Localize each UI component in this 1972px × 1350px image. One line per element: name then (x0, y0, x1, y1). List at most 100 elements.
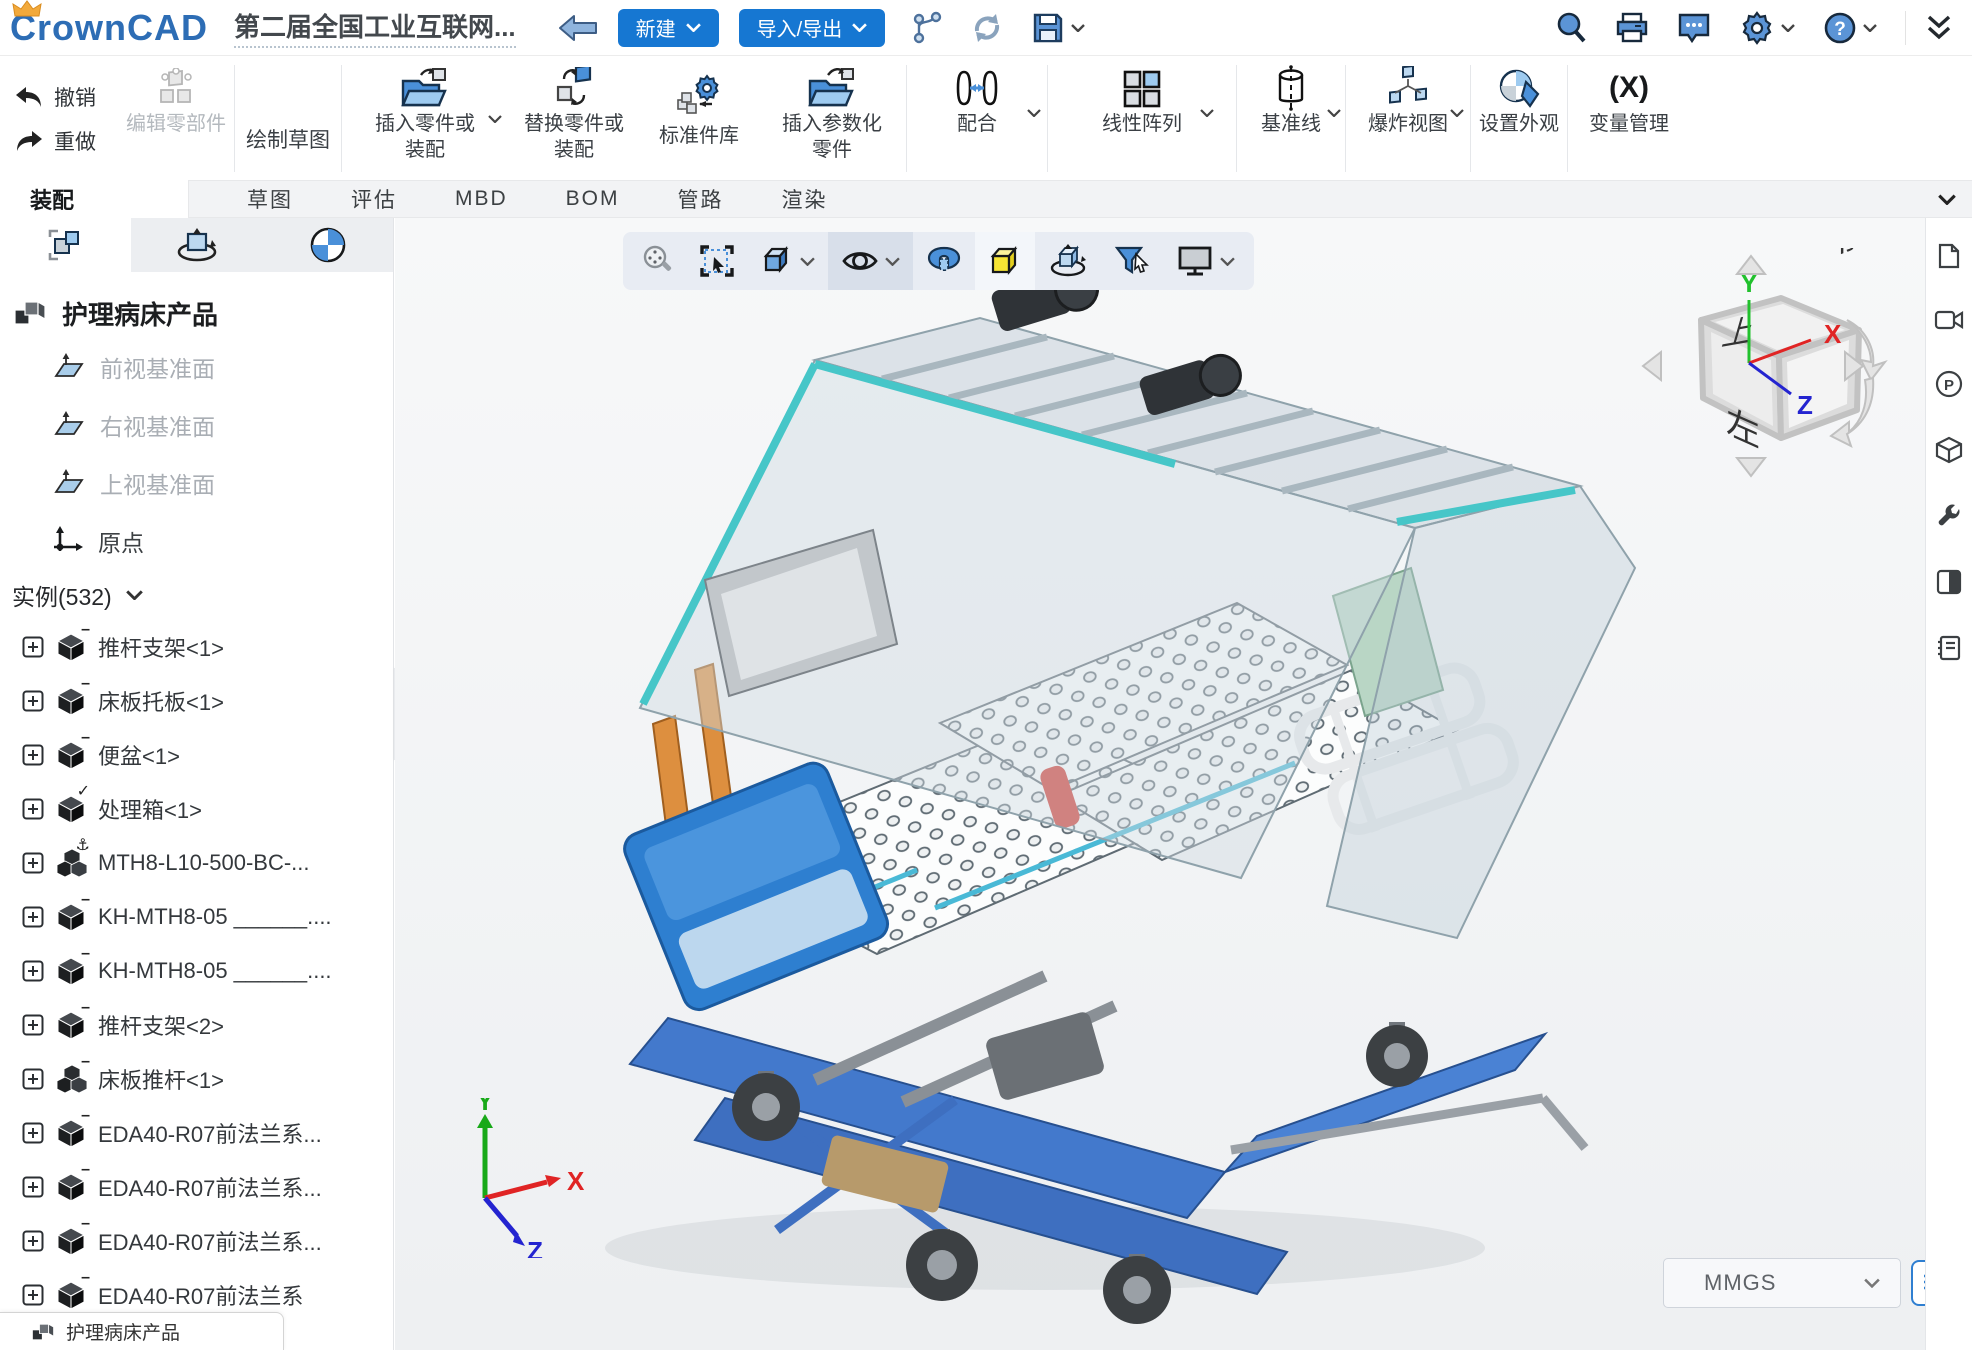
tab-render[interactable]: 渲染 (782, 184, 828, 214)
tree-item[interactable]: – EDA40-R07前法兰系... (0, 1214, 393, 1268)
undo-button[interactable]: 撤销 (14, 82, 104, 112)
expand-plus-icon[interactable] (22, 1176, 44, 1198)
message-icon[interactable] (1677, 12, 1711, 44)
tree-item-right-plane[interactable]: 右视基准面 (0, 396, 393, 454)
visibility-button[interactable] (828, 232, 913, 290)
settings-gear-icon[interactable] (1739, 10, 1795, 46)
tree-item-origin[interactable]: 原点 (0, 512, 393, 570)
tabs-expand-chevron-icon[interactable] (1938, 194, 1956, 205)
journal-notebook-icon[interactable] (1935, 634, 1963, 662)
viewcube-arrow-left[interactable] (1643, 352, 1661, 380)
tree-item[interactable]: – EDA40-R07前法兰系... (0, 1160, 393, 1214)
print-icon[interactable] (1615, 12, 1649, 44)
expand-plus-icon[interactable] (22, 744, 44, 766)
tree-item[interactable]: – 推杆支架<2> (0, 998, 393, 1052)
linear-pattern-button[interactable]: 线性阵列 (1048, 57, 1236, 180)
isolate-component-button[interactable] (975, 232, 1035, 290)
selection-filter-button[interactable] (1101, 232, 1163, 290)
section-view-button[interactable] (913, 232, 975, 290)
chevron-down-icon[interactable] (488, 115, 502, 123)
chevron-down-icon[interactable] (1027, 109, 1041, 117)
expand-plus-icon[interactable] (22, 852, 44, 874)
parameter-p-icon[interactable]: P (1935, 370, 1963, 398)
tree-item[interactable]: – 床板推杆<1> (0, 1052, 393, 1106)
import-export-button[interactable]: 导入/导出 (739, 9, 886, 47)
documents-icon[interactable] (1935, 242, 1963, 270)
tree-item[interactable]: – 床板托板<1> (0, 674, 393, 728)
tree-item-top-plane[interactable]: 上视基准面 (0, 454, 393, 512)
tree-item[interactable]: – EDA40-R07前法兰系... (0, 1106, 393, 1160)
new-button[interactable]: 新建 (618, 9, 719, 47)
expand-plus-icon[interactable] (22, 1122, 44, 1144)
expand-plus-icon[interactable] (22, 690, 44, 712)
mate-button[interactable]: 配合 (907, 57, 1047, 180)
component-box-icon[interactable] (1935, 436, 1963, 464)
tree-item[interactable]: – KH-MTH8-05 ______.... (0, 890, 393, 944)
edit-component-button[interactable]: 编辑零部件 (118, 57, 234, 180)
set-appearance-button[interactable]: 设置外观 (1471, 57, 1567, 180)
draw-sketch-button[interactable]: 绘制草图 (235, 57, 341, 180)
search-icon[interactable] (1555, 11, 1587, 45)
replace-part-button[interactable]: 替换零件或 装配 (508, 57, 640, 180)
save-icon[interactable] (1031, 11, 1085, 45)
tab-mbd[interactable]: MBD (455, 187, 508, 211)
expand-plus-icon[interactable] (22, 1284, 44, 1306)
expand-plus-icon[interactable] (22, 1014, 44, 1036)
exploded-view-button[interactable]: 爆炸视图 (1346, 57, 1470, 180)
tab-assembly[interactable]: 装配 (0, 180, 188, 218)
zoom-search-button[interactable] (629, 232, 687, 290)
viewcube-arrow-up[interactable] (1737, 256, 1765, 274)
units-dropdown[interactable]: MMGS (1663, 1258, 1901, 1308)
expand-plus-icon[interactable] (22, 960, 44, 982)
chevron-down-icon[interactable] (1327, 109, 1341, 117)
tree-item[interactable]: ✓ 处理箱<1> (0, 782, 393, 836)
turntable-rotate-button[interactable] (1035, 232, 1101, 290)
tree-item[interactable]: ⚓ MTH8-L10-500-BC-... (0, 836, 393, 890)
viewcube-arrow-down[interactable] (1737, 458, 1765, 476)
tab-bom[interactable]: BOM (566, 187, 620, 211)
expand-plus-icon[interactable] (22, 1068, 44, 1090)
chevron-down-icon[interactable] (1863, 24, 1877, 32)
chevron-down-icon[interactable] (885, 257, 900, 266)
viewport-3d[interactable]: 上 左 前 Y X Z (395, 218, 1925, 1350)
standard-library-button[interactable]: 标准件库 (640, 57, 758, 180)
view-orientation-button[interactable] (747, 232, 828, 290)
redo-button[interactable]: 重做 (14, 126, 104, 156)
panel-tab-structure[interactable] (0, 218, 131, 272)
help-icon[interactable]: ? (1823, 11, 1877, 45)
expand-plus-icon[interactable] (22, 798, 44, 820)
datum-line-button[interactable]: 基准线 (1237, 57, 1345, 180)
annotation-note-button[interactable] (1911, 1260, 1925, 1306)
tree-item[interactable]: – 推杆支架<1> (0, 620, 393, 674)
tree-item[interactable]: – 便盆<1> (0, 728, 393, 782)
tab-evaluate[interactable]: 评估 (351, 184, 397, 214)
expand-plus-icon[interactable] (22, 1230, 44, 1252)
back-arrow-icon[interactable] (558, 14, 598, 42)
sync-icon[interactable] (969, 11, 1005, 45)
tab-sketch[interactable]: 草图 (247, 184, 293, 214)
tab-piping[interactable]: 管路 (678, 184, 724, 214)
expand-plus-icon[interactable] (22, 636, 44, 658)
tree-root[interactable]: 护理病床产品 (0, 288, 393, 338)
wrench-tools-icon[interactable] (1935, 502, 1963, 530)
version-branch-icon[interactable] (911, 11, 943, 45)
chevron-down-icon[interactable] (800, 257, 815, 266)
video-camera-icon[interactable] (1934, 308, 1964, 332)
chevron-down-icon[interactable] (1781, 24, 1795, 32)
chevron-down-icon[interactable] (1220, 257, 1235, 266)
insert-part-button[interactable]: 插入零件或 装配 (342, 57, 508, 180)
layout-split-icon[interactable] (1935, 568, 1963, 596)
box-select-button[interactable] (687, 232, 747, 290)
expand-plus-icon[interactable] (22, 906, 44, 928)
panel-tab-display-states[interactable] (262, 218, 393, 272)
insert-parametric-button[interactable]: 插入参数化 零件 (758, 57, 906, 180)
chevron-down-icon[interactable] (1450, 109, 1464, 117)
collapse-double-chevron-icon[interactable] (1924, 13, 1954, 43)
tree-item[interactable]: – KH-MTH8-05 ______.... (0, 944, 393, 998)
chevron-down-icon[interactable] (1071, 24, 1085, 32)
tree-item-front-plane[interactable]: 前视基准面 (0, 338, 393, 396)
panel-tab-motion[interactable] (131, 218, 262, 272)
variable-manage-button[interactable]: (X) 变量管理 (1568, 57, 1690, 180)
tree-instances-header[interactable]: 实例(532) (0, 570, 393, 620)
chevron-down-icon[interactable] (1200, 109, 1214, 117)
